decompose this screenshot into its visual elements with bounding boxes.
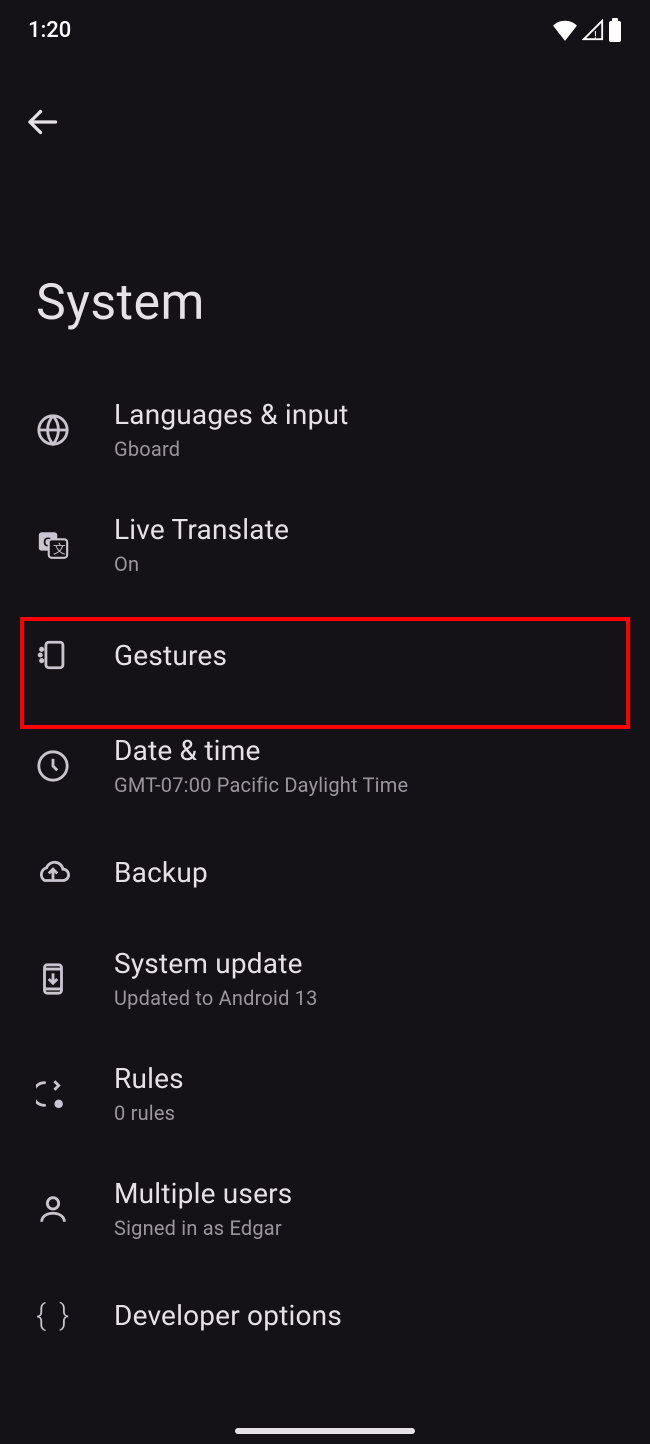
svg-text:文: 文 — [53, 541, 66, 556]
menu-title: Rules — [114, 1062, 184, 1095]
person-icon — [36, 1192, 114, 1226]
battery-icon — [608, 18, 622, 42]
menu-title: Date & time — [114, 734, 408, 767]
cloud-upload-icon — [36, 855, 114, 889]
back-button-row — [0, 60, 650, 144]
menu-title: Languages & input — [114, 398, 348, 431]
menu-item-system-update[interactable]: System update Updated to Android 13 — [0, 921, 650, 1036]
page-title: System — [0, 144, 650, 372]
menu-title: Developer options — [114, 1299, 342, 1332]
menu-item-developer-options[interactable]: { } Developer options — [0, 1266, 650, 1365]
rules-icon — [36, 1077, 114, 1111]
gestures-icon — [36, 638, 114, 672]
menu-title: Live Translate — [114, 513, 289, 546]
menu-title: Multiple users — [114, 1177, 292, 1210]
cellular-icon: ! — [582, 19, 604, 41]
menu-item-languages-input[interactable]: Languages & input Gboard — [0, 372, 650, 487]
menu-sub: Updated to Android 13 — [114, 986, 318, 1010]
menu-item-rules[interactable]: Rules 0 rules — [0, 1036, 650, 1151]
svg-text:!: ! — [594, 29, 597, 41]
status-icons: ! — [552, 18, 622, 42]
system-update-icon — [36, 962, 114, 996]
developer-icon: { } — [36, 1298, 114, 1333]
menu-item-gestures[interactable]: Gestures — [0, 602, 650, 708]
menu-item-live-translate[interactable]: G 文 Live Translate On — [0, 487, 650, 602]
nav-handle[interactable] — [235, 1428, 415, 1434]
menu-sub: 0 rules — [114, 1101, 184, 1125]
globe-icon — [36, 413, 114, 447]
settings-menu: Languages & input Gboard G 文 Live Transl… — [0, 372, 650, 1365]
menu-sub: GMT-07:00 Pacific Daylight Time — [114, 773, 408, 797]
back-button[interactable] — [20, 100, 64, 144]
menu-title: Gestures — [114, 639, 227, 672]
menu-sub: On — [114, 552, 289, 576]
clock-icon — [36, 749, 114, 783]
arrow-back-icon — [24, 104, 60, 140]
status-bar: 1:20 ! — [0, 0, 650, 60]
menu-title: System update — [114, 947, 318, 980]
translate-icon: G 文 — [36, 528, 114, 562]
wifi-icon — [552, 19, 578, 41]
menu-item-backup[interactable]: Backup — [0, 823, 650, 921]
menu-sub: Gboard — [114, 437, 348, 461]
menu-item-date-time[interactable]: Date & time GMT-07:00 Pacific Daylight T… — [0, 708, 650, 823]
menu-sub: Signed in as Edgar — [114, 1216, 292, 1240]
menu-title: Backup — [114, 856, 208, 889]
status-time: 1:20 — [28, 18, 71, 43]
menu-item-multiple-users[interactable]: Multiple users Signed in as Edgar — [0, 1151, 650, 1266]
